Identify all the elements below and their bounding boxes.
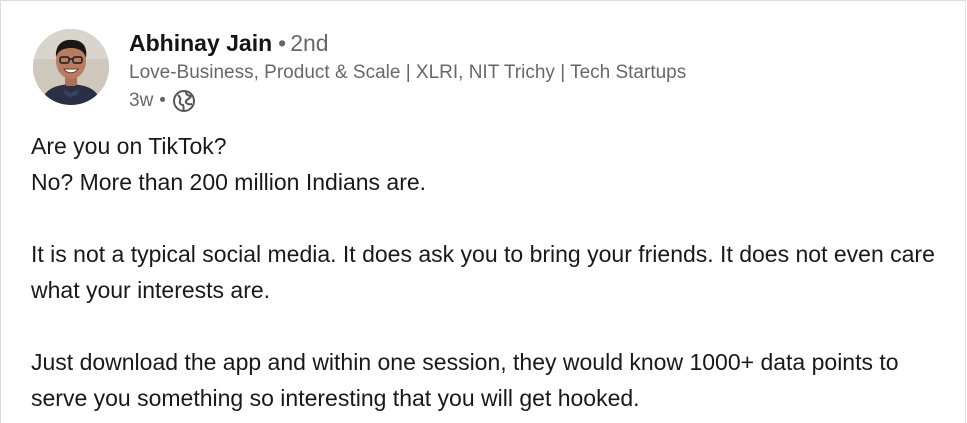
- author-name[interactable]: Abhinay Jain: [129, 30, 272, 56]
- content-paragraph-3: Just download the app and within one ses…: [31, 349, 899, 411]
- avatar[interactable]: [33, 29, 109, 105]
- content-line-2: No? More than 200 million Indians are.: [31, 169, 427, 195]
- post-card: Abhinay Jain • 2nd Love-Business, Product …: [0, 0, 966, 423]
- profile-photo: [33, 29, 109, 105]
- content-paragraph-2: It is not a typical social media. It doe…: [31, 241, 935, 303]
- post-time: 3w: [129, 90, 154, 111]
- content-line-1: Are you on TikTok?: [31, 133, 227, 159]
- time-separator: •: [159, 90, 166, 111]
- name-separator: •: [278, 30, 287, 56]
- globe-icon: [172, 89, 196, 113]
- author-headline: Love-Business, Product & Scale | XLRI, N…: [129, 62, 687, 83]
- post-header: Abhinay Jain • 2nd Love-Business, Product …: [33, 29, 933, 112]
- name-row: Abhinay Jain • 2nd: [129, 29, 329, 57]
- post-time-row: 3w •: [129, 89, 196, 113]
- post-content: Are you on TikTok? No? More than 200 mil…: [31, 128, 951, 416]
- connection-degree: 2nd: [290, 30, 329, 56]
